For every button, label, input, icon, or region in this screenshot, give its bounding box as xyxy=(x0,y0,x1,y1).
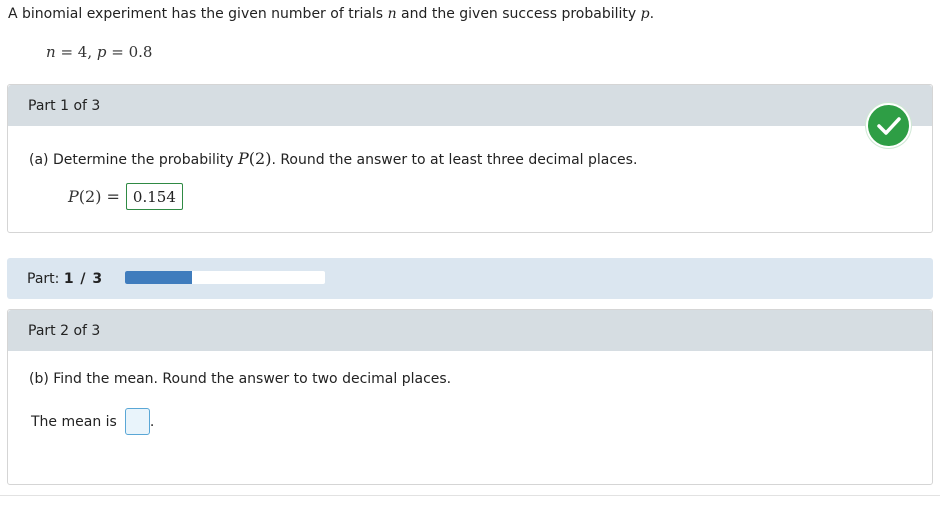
part-2-answer-row: The mean is . xyxy=(31,408,154,435)
part-2-question: (b) Find the mean. Round the answer to t… xyxy=(29,371,452,387)
part-1-question-start: (a) Determine the probability xyxy=(29,152,238,168)
part-2-card: Part 2 of 3 (b) Find the mean. Round the… xyxy=(7,309,933,485)
problem-text-start: A binomial experiment has the given numb… xyxy=(8,6,388,22)
check-mark-glyph xyxy=(876,116,901,135)
check-icon xyxy=(866,103,911,148)
given-values: n = 4, p = 0.8 xyxy=(46,43,152,61)
given-p-eq: = 0.8 xyxy=(106,43,153,61)
problem-text-middle: and the given success probability xyxy=(396,6,641,22)
progress-panel: Part: 1 / 3 xyxy=(7,258,933,299)
part-1-question: (a) Determine the probability P(2). Roun… xyxy=(29,149,637,168)
problem-text-end: . xyxy=(649,6,655,22)
part-2-answer-suffix: . xyxy=(149,413,155,430)
part-2-header: Part 2 of 3 xyxy=(8,310,932,351)
part-1-answer-func: P xyxy=(68,187,79,206)
part-2-answer-prefix: The mean is xyxy=(31,413,117,430)
progress-label-value: 1 / 3 xyxy=(63,270,104,287)
progress-label: Part: 1 / 3 xyxy=(27,271,103,287)
p-symbol: p xyxy=(640,6,650,22)
n-symbol: n xyxy=(387,6,397,22)
progress-fill xyxy=(125,271,192,284)
part-1-card: Part 1 of 3 (a) Determine the probabilit… xyxy=(7,84,933,233)
part-1-answer-lhs: (2) = xyxy=(78,187,120,206)
part-1-question-end: . Round the answer to at least three dec… xyxy=(271,152,638,168)
part-1-answer-field[interactable]: 0.154 xyxy=(125,183,183,210)
progress-track xyxy=(125,271,325,284)
given-n-eq: = 4, xyxy=(55,43,97,61)
part-1-question-arg: (2) xyxy=(248,149,272,168)
mean-answer-input[interactable] xyxy=(124,408,150,435)
part-1-answer-row: P (2) = 0.154 xyxy=(68,183,183,210)
part-1-question-func: P xyxy=(238,149,249,168)
bottom-divider xyxy=(0,495,940,496)
part-1-header: Part 1 of 3 xyxy=(8,85,932,126)
problem-statement: A binomial experiment has the given numb… xyxy=(8,6,654,22)
given-n-var: n xyxy=(46,43,56,61)
progress-label-prefix: Part: xyxy=(27,270,64,287)
